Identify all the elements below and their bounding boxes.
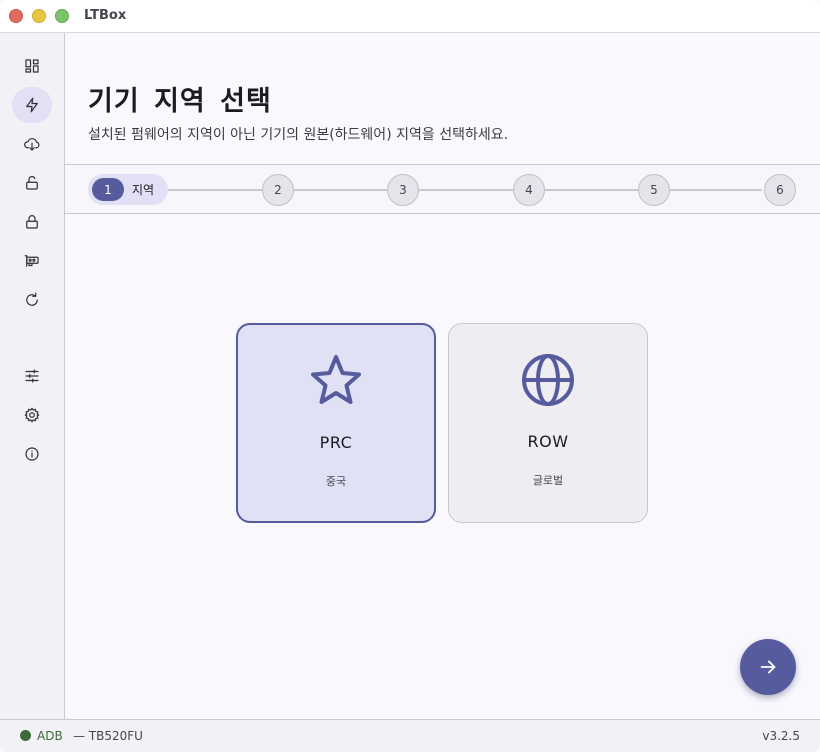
unlock-icon [26,176,38,190]
sidebar-item-unlock[interactable] [12,165,52,201]
info-icon [25,447,39,461]
main-content: 기기 지역 선택 설치된 펌웨어의 지역이 아닌 기기의 원본(하드웨어) 지역… [65,33,820,719]
sidebar-item-tune[interactable] [12,358,52,394]
dashboard-icon [25,59,39,73]
flash-icon [26,97,38,113]
sidebar-item-dashboard[interactable] [12,48,52,84]
step-3[interactable]: 3 [387,174,419,206]
stepper-track [168,189,762,191]
globe-icon [518,350,578,410]
connection-status-dot [20,730,31,741]
tune-icon [25,369,39,383]
card-title: ROW [527,432,569,451]
next-button[interactable] [740,639,796,695]
sidebar-item-lock[interactable] [12,204,52,240]
refresh-icon [26,292,38,306]
lock-icon [26,215,38,229]
region-card-row[interactable]: ROW 글로벌 [448,323,648,523]
sidebar [0,33,65,719]
card-subtitle: 중국 [325,475,347,488]
chip-icon [24,255,39,267]
sidebar-item-settings[interactable] [12,397,52,433]
card-title: PRC [319,433,353,452]
sidebar-item-download[interactable] [12,126,52,162]
stepper: 1 지역 2 3 4 5 6 [65,164,820,214]
step-1-active[interactable]: 1 지역 [88,174,168,205]
maximize-window-button[interactable] [55,9,69,23]
app-title: LTBox [84,8,127,23]
cloud-download-icon [24,138,40,151]
app-window: LTBox 기기 지역 선택 설치된 펌웨어의 지역이 아닌 기기의 원본(하드… [0,0,820,752]
step-2[interactable]: 2 [262,174,294,206]
card-subtitle: 글로벌 [532,474,564,487]
step-6[interactable]: 6 [764,174,796,206]
connection-mode: ADB [37,729,63,743]
arrow-right-icon [760,660,776,674]
page-title: 기기 지역 선택 [88,86,272,117]
minimize-window-button[interactable] [32,9,46,23]
device-model: — TB520FU [73,729,143,743]
step-4[interactable]: 4 [513,174,545,206]
step-label: 지역 [132,183,155,197]
app-version: v3.2.5 [762,729,800,743]
star-icon [306,351,366,411]
close-window-button[interactable] [9,9,23,23]
region-card-prc[interactable]: PRC 중국 [236,323,436,523]
sidebar-item-refresh[interactable] [12,282,52,318]
status-bar: ADB — TB520FU v3.2.5 [0,719,820,752]
sidebar-item-info[interactable] [12,436,52,472]
step-number: 1 [92,178,124,201]
sidebar-item-flash[interactable] [12,87,52,123]
step-5[interactable]: 5 [638,174,670,206]
sidebar-item-chip[interactable] [12,243,52,279]
title-bar: LTBox [0,0,820,33]
gear-icon [24,407,40,423]
page-subtitle: 설치된 펌웨어의 지역이 아닌 기기의 원본(하드웨어) 지역을 선택하세요. [88,127,509,143]
